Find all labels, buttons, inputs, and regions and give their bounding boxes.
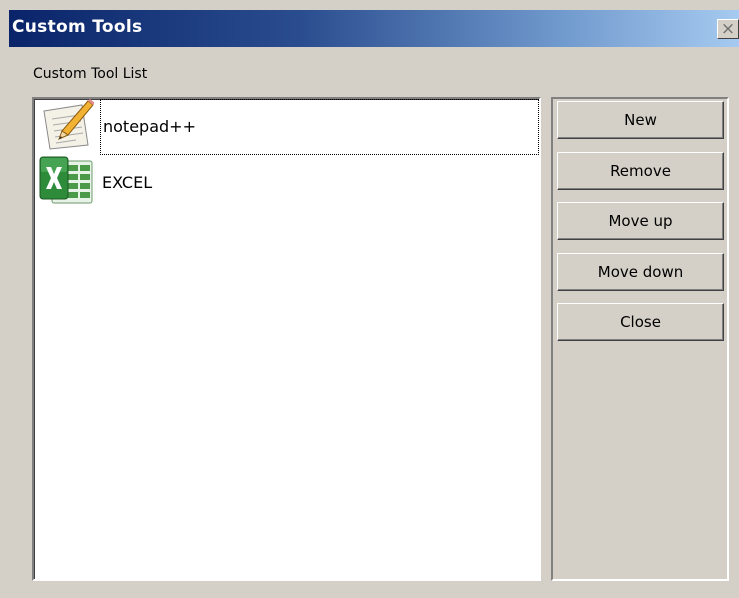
new-button[interactable]: New <box>557 101 724 139</box>
title-bar[interactable]: Custom Tools × <box>9 10 739 47</box>
excel-icon <box>38 155 94 207</box>
move-up-button[interactable]: Move up <box>557 202 724 240</box>
remove-button[interactable]: Remove <box>557 152 724 190</box>
close-button[interactable]: Close <box>557 303 724 341</box>
window-title: Custom Tools <box>12 17 143 37</box>
tool-label-notepad: notepad++ <box>100 99 539 155</box>
list-item-notepad[interactable]: notepad++ <box>36 99 539 155</box>
close-icon: × <box>720 18 736 39</box>
tool-label-excel: EXCEL <box>102 173 153 192</box>
button-panel: New Remove Move up Move down Close <box>551 97 729 581</box>
custom-tool-list-label: Custom Tool List <box>33 66 148 82</box>
close-window-button[interactable]: × <box>717 19 739 39</box>
custom-tools-dialog: Custom Tools × Custom Tool List notepad+… <box>0 0 739 598</box>
custom-tool-list[interactable]: notepad++ EXCEL <box>32 97 541 581</box>
move-down-button[interactable]: Move down <box>557 253 724 291</box>
notepad-icon <box>38 99 95 151</box>
list-item-excel[interactable]: EXCEL <box>36 155 539 211</box>
